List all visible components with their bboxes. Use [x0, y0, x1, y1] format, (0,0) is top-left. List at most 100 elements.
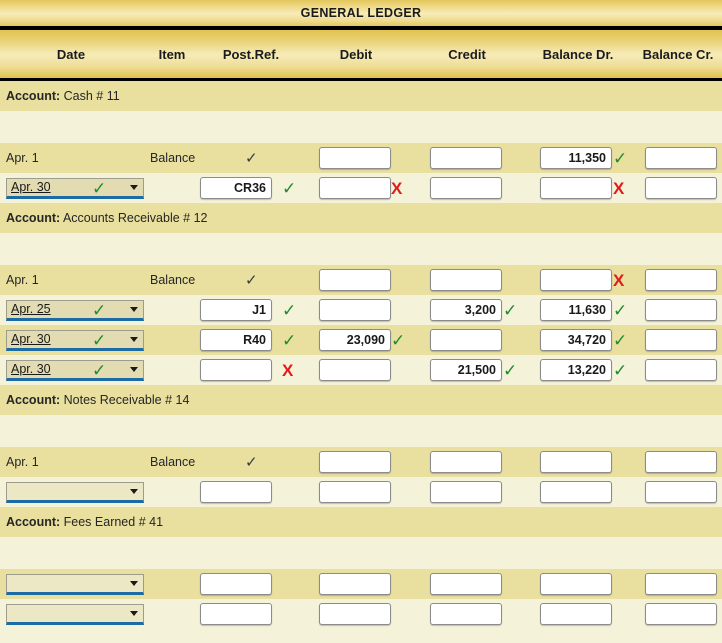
balance-cr-input-cell — [645, 265, 717, 295]
column-header-row: Date Item Post. Ref. Debit Credit Balance Dr. B… — [0, 30, 722, 78]
balance-dr-input[interactable]: 13,220 — [540, 359, 612, 381]
balance-cr-input[interactable] — [645, 481, 717, 503]
date-select-cell — [6, 477, 144, 507]
debit-input-cell — [319, 599, 391, 629]
credit-input[interactable] — [430, 177, 502, 199]
credit-input[interactable] — [430, 481, 502, 503]
credit-input[interactable] — [430, 147, 502, 169]
credit-input[interactable]: 21,500 — [430, 359, 502, 381]
date-select-cell — [6, 569, 144, 599]
balance-cr-input[interactable] — [645, 269, 717, 291]
chevron-down-icon — [130, 307, 138, 312]
credit-input-cell — [430, 599, 502, 629]
balance-dr-status-icon-cell: X — [613, 173, 631, 203]
debit-input-cell — [319, 447, 391, 477]
credit-input[interactable] — [430, 603, 502, 625]
date-select[interactable]: Apr. 30 — [6, 329, 144, 351]
balance-dr-input[interactable]: 34,720 — [540, 329, 612, 351]
credit-input-cell — [430, 143, 502, 173]
balance-cr-input[interactable] — [645, 451, 717, 473]
balance-dr-input[interactable] — [540, 573, 612, 595]
credit-input[interactable]: 3,200 — [430, 299, 502, 321]
debit-input[interactable] — [319, 359, 391, 381]
post-ref-input[interactable] — [200, 481, 272, 503]
debit-input[interactable] — [319, 573, 391, 595]
page-title: GENERAL LEDGER — [0, 0, 722, 26]
balance-cr-input[interactable] — [645, 147, 717, 169]
balance-dr-input[interactable] — [540, 177, 612, 199]
balance-dr-input[interactable] — [540, 603, 612, 625]
balance-dr-input[interactable] — [540, 269, 612, 291]
balance-dr-input[interactable] — [540, 451, 612, 473]
balance-dr-status-icon: X — [613, 178, 625, 198]
credit-input[interactable] — [430, 451, 502, 473]
chevron-down-icon — [130, 367, 138, 372]
ledger-row: Apr. 30 ✓ R40 ✓ 23,090 ✓ 34,720 ✓ — [0, 325, 722, 355]
balance-cr-input-cell — [645, 295, 717, 325]
balance-cr-input[interactable] — [645, 177, 717, 199]
credit-input-cell — [430, 265, 502, 295]
date-text-cell: Apr. 1 — [6, 447, 39, 477]
date-select[interactable] — [6, 573, 144, 595]
credit-input[interactable] — [430, 573, 502, 595]
debit-input[interactable]: 23,090 — [319, 329, 391, 351]
date-text-cell: Apr. 1 — [6, 265, 39, 295]
date-select-value: Apr. 30 — [11, 180, 51, 194]
account-header: Account: Fees Earned # 41 — [0, 507, 722, 537]
post-ref-input[interactable]: R40 — [200, 329, 272, 351]
column-header-balance-cr: Balance Cr. — [642, 46, 714, 62]
debit-input[interactable] — [319, 299, 391, 321]
date-select[interactable]: Apr. 25 — [6, 299, 144, 321]
debit-status-icon: X — [391, 178, 403, 198]
credit-input[interactable] — [430, 269, 502, 291]
account-header: Account: Notes Receivable # 14 — [0, 385, 722, 415]
post-ref-input[interactable] — [200, 573, 272, 595]
balance-dr-status-icon-cell: ✓ — [613, 355, 631, 385]
debit-input-cell — [319, 295, 391, 325]
account-header: Account: Accounts Receivable # 12 — [0, 203, 722, 233]
balance-cr-input[interactable] — [645, 329, 717, 351]
balance-dr-status-icon: ✓ — [613, 148, 628, 168]
date-select[interactable]: Apr. 30 — [6, 359, 144, 381]
credit-input[interactable] — [430, 329, 502, 351]
balance-cr-input[interactable] — [645, 299, 717, 321]
balance-cr-input-cell — [645, 447, 717, 477]
balance-dr-input[interactable] — [540, 481, 612, 503]
column-header-item: Item — [158, 46, 186, 62]
debit-input[interactable] — [319, 269, 391, 291]
balance-cr-input-cell — [645, 477, 717, 507]
date-select[interactable]: Apr. 30 — [6, 177, 144, 199]
debit-input[interactable] — [319, 481, 391, 503]
credit-status-icon-cell: ✓ — [503, 295, 521, 325]
date-text: Apr. 1 — [6, 151, 39, 165]
post-ref-status-icon: ✓ — [282, 300, 297, 320]
balance-cr-input[interactable] — [645, 573, 717, 595]
post-ref-input[interactable] — [200, 359, 272, 381]
chevron-down-icon — [130, 581, 138, 586]
debit-input[interactable] — [319, 603, 391, 625]
balance-dr-status-icon: X — [613, 270, 625, 290]
balance-dr-input[interactable]: 11,630 — [540, 299, 612, 321]
balance-cr-input[interactable] — [645, 359, 717, 381]
date-status-icon: ✓ — [92, 300, 107, 320]
post-ref-input[interactable]: CR36 — [200, 177, 272, 199]
ledger-row: Apr. 1 Balance ✓ — [0, 447, 722, 477]
account-label: Account: — [6, 211, 61, 225]
debit-input[interactable] — [319, 451, 391, 473]
item-text-cell: Balance — [150, 447, 195, 477]
date-select[interactable] — [6, 481, 144, 503]
debit-input[interactable] — [319, 147, 391, 169]
post-ref-input[interactable]: J1 — [200, 299, 272, 321]
balance-dr-input[interactable]: 11,350 — [540, 147, 612, 169]
debit-input[interactable] — [319, 177, 391, 199]
section-spacer — [0, 233, 722, 265]
post-ref-input[interactable] — [200, 603, 272, 625]
balance-cr-input[interactable] — [645, 603, 717, 625]
ledger-row: Apr. 30 ✓ CR36 ✓ X X — [0, 173, 722, 203]
date-select-value: Apr. 30 — [11, 362, 51, 376]
date-select[interactable] — [6, 603, 144, 625]
account-name: Cash # 11 — [60, 89, 120, 103]
date-status-icon-cell: ✓ — [92, 295, 110, 325]
account-header: Account: Cash # 11 — [0, 81, 722, 111]
debit-input-cell — [319, 355, 391, 385]
